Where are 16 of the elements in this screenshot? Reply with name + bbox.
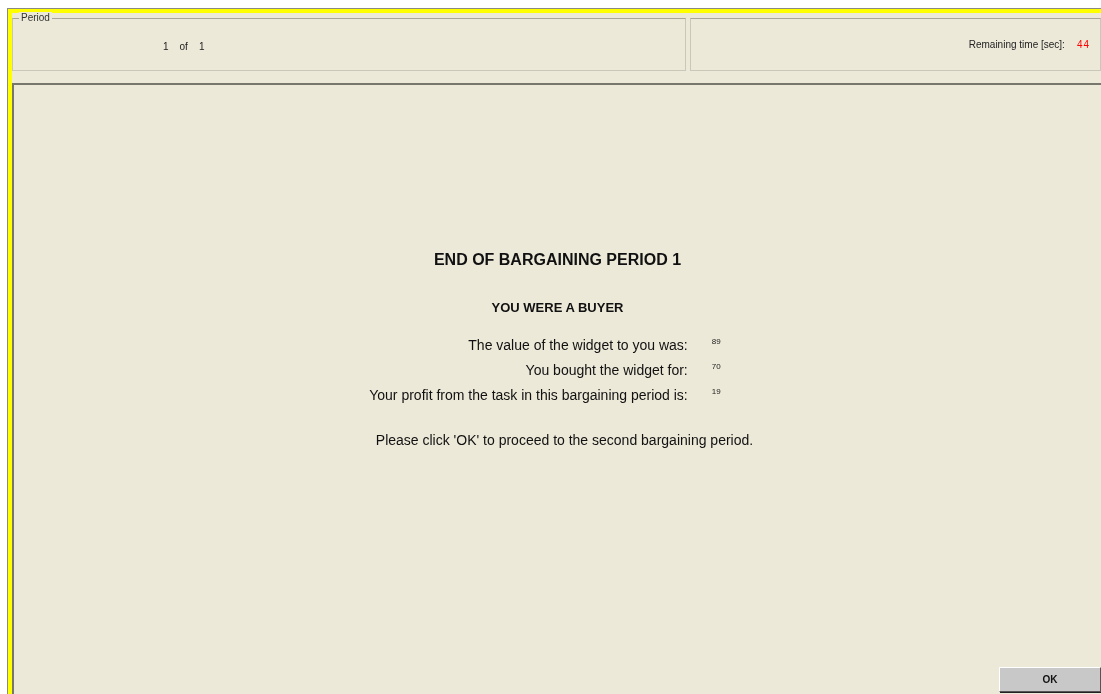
heading: END OF BARGAINING PERIOD 1 (433, 251, 682, 269)
current-period: 1 (163, 41, 169, 52)
row-value: 70 (710, 362, 722, 373)
row-value: 19 (710, 387, 722, 398)
ok-button[interactable]: OK (999, 667, 1101, 692)
timer-value: 44 (1076, 39, 1090, 50)
timer-label: Remaining time [sec]: (968, 39, 1065, 50)
row-label: Your profit from the task in this bargaining period is: (369, 387, 688, 403)
role-text: YOU WERE A BUYER (491, 300, 624, 315)
row-label: The value of the widget to you was: (467, 337, 688, 353)
instruction-text: Please click 'OK' to proceed to the second bargaining period. (375, 432, 754, 448)
total-periods: 1 (198, 41, 205, 52)
row-value: 89 (710, 337, 722, 348)
of-label: of (179, 41, 188, 52)
panel-title: Period (19, 12, 52, 23)
row-label: You bought the widget for: (524, 362, 688, 378)
